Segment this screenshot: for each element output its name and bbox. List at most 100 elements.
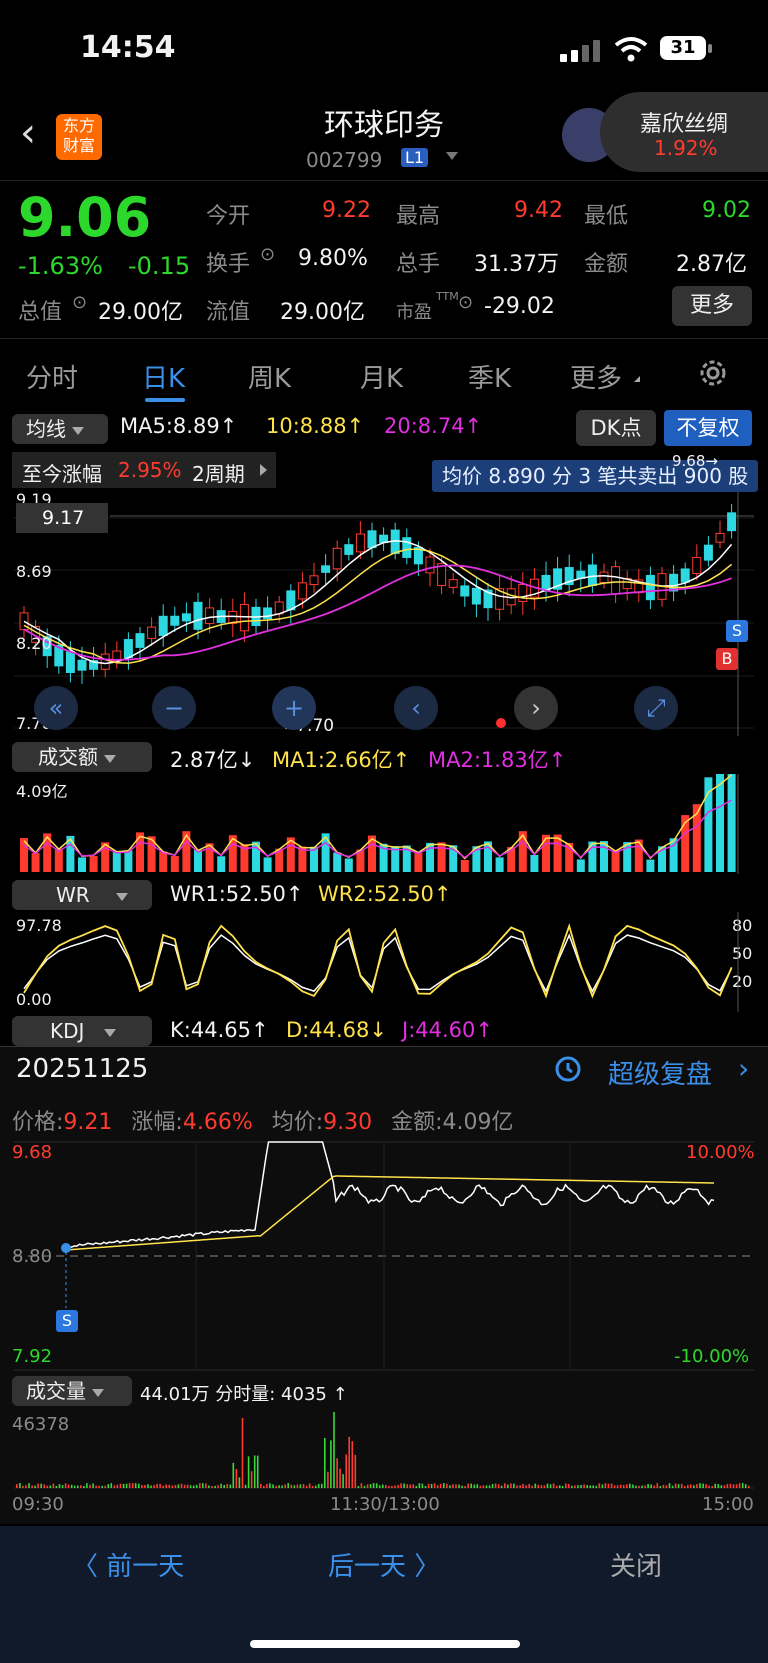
intraday-volume-bar (232, 1462, 235, 1488)
intraday-volume-bar (421, 1483, 424, 1488)
wr-chart[interactable] (0, 912, 768, 1012)
battery-tip (708, 44, 712, 53)
intraday-volume-bar (500, 1485, 503, 1488)
amount-value: 2.87亿 (676, 252, 747, 277)
sell-marker[interactable]: S (726, 620, 748, 642)
volume-chart[interactable] (0, 774, 768, 874)
intraday-sell-marker[interactable]: S (56, 1310, 78, 1332)
intraday-volume-bar (439, 1483, 442, 1488)
volume-bar (634, 839, 643, 872)
intraday-volume-bar (174, 1485, 177, 1488)
next-icon[interactable]: › (514, 686, 558, 730)
prev-day-button[interactable]: 〈 前一天 (72, 1546, 184, 1583)
intraday-volume-bar (25, 1485, 27, 1488)
more-button[interactable]: 更多 (672, 286, 752, 326)
intraday-volume-bar (446, 1483, 448, 1488)
fullscreen-icon[interactable]: ⤢ (634, 686, 678, 730)
next-day-button[interactable]: 后一天 〉 (328, 1546, 440, 1583)
history-icon[interactable] (552, 1052, 584, 1088)
intraday-volume-bar (528, 1484, 530, 1488)
intraday-volume-bar (638, 1485, 640, 1488)
volume-bar (159, 851, 168, 872)
intraday-volume-bar (653, 1485, 655, 1488)
since-gain-bar[interactable]: 至今涨幅 2.95% 2周期 (12, 452, 276, 488)
intraday-volume-bar (473, 1484, 476, 1488)
intraday-volume-bar (235, 1469, 238, 1488)
turnover-value: 9.80% (298, 246, 368, 271)
info-icon[interactable]: ⊙ (260, 244, 275, 265)
time-mid: 11:30/13:00 (330, 1494, 440, 1515)
zoom-in-icon[interactable]: + (272, 686, 316, 730)
dk-point-button[interactable]: DK点 (576, 410, 656, 446)
tab-daily-k[interactable]: 日K (142, 358, 185, 395)
volume-selector[interactable]: 成交额 (12, 742, 152, 772)
intraday-volume-bar (226, 1484, 228, 1488)
candle (158, 615, 168, 637)
intraday-volume-bar (610, 1483, 613, 1488)
chevron-down-icon (72, 426, 84, 435)
super-review-link[interactable]: 超级复盘 (608, 1054, 712, 1091)
kdj-selector[interactable]: KDJ (12, 1016, 152, 1046)
candle (448, 579, 458, 588)
info-icon[interactable]: ⊙ (458, 292, 473, 313)
intraday-volume-bar (345, 1454, 347, 1488)
intraday-volume-bar (406, 1484, 408, 1488)
intraday-volume-bar (680, 1483, 683, 1488)
kdj-d: D:44.68↓ (286, 1018, 387, 1042)
intraday-volume-bar (470, 1483, 472, 1488)
intraday-volume-bar (199, 1483, 201, 1488)
tab-quarterly-k[interactable]: 季K (468, 358, 511, 395)
intraday-volume-bar (162, 1485, 164, 1488)
intraday-chart[interactable] (0, 1140, 768, 1372)
intraday-avg-label: 均价: (271, 1110, 324, 1135)
intraday-pct-bottom: -10.00% (674, 1346, 750, 1367)
intraday-volume-bar (574, 1485, 576, 1488)
code-dropdown-icon[interactable] (446, 152, 458, 160)
adjust-button[interactable]: 不复权 (664, 410, 752, 446)
intraday-volume-chart[interactable] (0, 1412, 768, 1490)
intraday-volume-bar (687, 1484, 689, 1488)
gear-icon[interactable] (696, 356, 730, 394)
chevron-right-icon[interactable]: › (738, 1052, 749, 1085)
volume-bar (530, 854, 539, 872)
volume-ma1: MA1:2.66亿↑ (272, 748, 411, 772)
candle (135, 633, 145, 648)
peer-stock-card[interactable]: 嘉欣丝绸 1.92% (600, 92, 768, 172)
intraday-volume-selector[interactable]: 成交量 (12, 1376, 132, 1406)
intraday-volume-bar (324, 1438, 326, 1488)
intraday-volume-bar (339, 1468, 341, 1488)
candle (239, 603, 249, 632)
rewind-icon[interactable]: « (34, 686, 78, 730)
intraday-amt-label: 金额: (391, 1110, 443, 1135)
intraday-volume-bar (302, 1484, 305, 1488)
volume-bar (495, 857, 504, 872)
intraday-volume-bar (415, 1485, 418, 1488)
intraday-volume-bar (229, 1484, 232, 1488)
intraday-volume-selector-label: 成交量 (26, 1379, 86, 1403)
intraday-volume-bar (589, 1485, 591, 1488)
ma-selector[interactable]: 均线 (12, 414, 108, 444)
intraday-volume-bar (317, 1483, 320, 1488)
intraday-volume-bar (211, 1486, 213, 1488)
intraday-volume-bar (80, 1485, 82, 1488)
tab-monthly-k[interactable]: 月K (360, 358, 403, 395)
intraday-volume-bar (494, 1483, 497, 1488)
info-icon[interactable]: ⊙ (72, 292, 87, 313)
intraday-volume-bar (568, 1483, 570, 1488)
intraday-volume-bar (479, 1485, 482, 1488)
intraday-volume-bar (717, 1484, 720, 1488)
intraday-volume-bar (671, 1485, 674, 1488)
zoom-out-icon[interactable]: − (152, 686, 196, 730)
buy-marker[interactable]: B (716, 648, 738, 670)
tab-weekly-k[interactable]: 周K (248, 358, 291, 395)
peer-change: 1.92% (654, 136, 718, 160)
tab-intraday[interactable]: 分时 (26, 358, 78, 395)
prev-icon[interactable]: ‹ (394, 686, 438, 730)
chevron-down-icon (104, 1028, 117, 1037)
tab-more[interactable]: 更多 (570, 358, 622, 395)
stock-code: 002799 (306, 148, 383, 172)
intraday-volume-bar (702, 1483, 704, 1488)
intraday-volume-bar (516, 1485, 518, 1488)
wr-selector[interactable]: WR (12, 880, 152, 910)
close-button[interactable]: 关闭 (610, 1546, 662, 1583)
